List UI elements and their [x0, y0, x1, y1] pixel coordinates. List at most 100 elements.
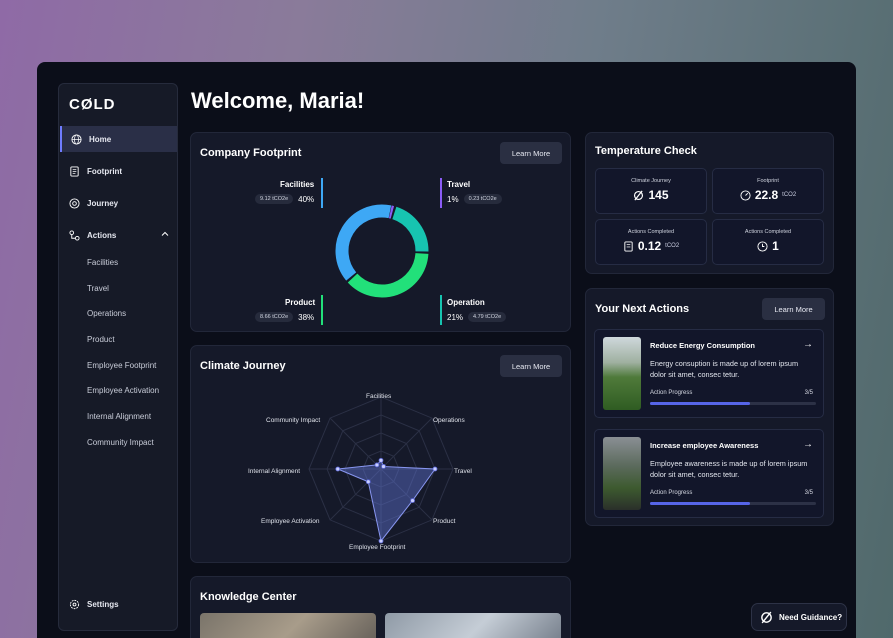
donut-slice-facilities[interactable] — [335, 204, 392, 281]
radar-point[interactable] — [374, 462, 380, 468]
progress-fill — [650, 402, 750, 405]
stat-label: Actions Completed — [744, 229, 792, 235]
segment-percent: 1% — [447, 194, 459, 204]
legend-bar — [321, 295, 323, 325]
stat-value: 22.8 — [754, 188, 779, 202]
radar-point[interactable] — [410, 498, 415, 503]
radar-point[interactable] — [378, 538, 384, 544]
legend-bar — [440, 295, 442, 325]
donut-slice-operation[interactable] — [392, 206, 429, 252]
radar-point[interactable] — [335, 466, 341, 472]
segment-label: Operation — [447, 298, 485, 307]
segment-label: Travel — [447, 180, 471, 189]
gauge-icon — [740, 189, 751, 201]
sidebar-subitem-employee-footprint[interactable]: Employee Footprint — [87, 361, 156, 370]
legend-bar — [321, 178, 323, 208]
stat-value: 1 — [772, 239, 779, 253]
sidebar-subitem-travel[interactable]: Travel — [87, 284, 109, 293]
next-actions-card: Your Next Actions Learn More Reduce Ener… — [585, 288, 834, 526]
sidebar-subitem-operations[interactable]: Operations — [87, 309, 126, 318]
action-description: Energy consuption is made up of lorem ip… — [650, 359, 799, 379]
sidebar-item-footprint[interactable]: Footprint — [60, 158, 177, 184]
plant-image — [603, 437, 641, 510]
sidebar-subitem-community-impact[interactable]: Community Impact — [87, 438, 154, 447]
stat-value: 0.12 — [637, 239, 662, 253]
temperature-check-card: Temperature Check Climate Journey 145 Fo… — [585, 132, 834, 274]
company-footprint-card: Company Footprint Learn More Facilities … — [190, 132, 571, 332]
stat-label: Actions Completed — [627, 229, 675, 235]
chevron-up-icon[interactable] — [161, 230, 169, 238]
segment-values: 8.66 tCO2e 38% — [255, 312, 314, 322]
arrow-right-icon[interactable]: → — [803, 339, 813, 350]
cold-logo-icon — [634, 190, 644, 200]
segment-values: 9.12 tCO2e 40% — [255, 194, 314, 204]
learn-more-button[interactable]: Learn More — [762, 298, 825, 320]
segment-percent: 21% — [447, 312, 464, 322]
stat-unit: tCO2 — [665, 243, 680, 249]
segment-value-pill: 0.23 tCO2e — [463, 194, 502, 204]
progress-label: Action Progress — [650, 390, 693, 396]
stat-footprint: Footprint 22.8 tCO2 — [712, 168, 824, 214]
segment-values: 1% 0.23 tCO2e — [447, 194, 502, 204]
segment-value-pill: 4.79 tCO2e — [468, 312, 507, 322]
donut-slice-product[interactable] — [347, 252, 429, 298]
climate-journey-radar-chart — [308, 396, 454, 544]
sidebar-subitem-facilities[interactable]: Facilities — [87, 258, 118, 267]
stat-actions-completed: Actions Completed 0.12 tCO2 — [595, 219, 707, 265]
sidebar-subitem-product[interactable]: Product — [87, 335, 115, 344]
stat-value: 145 — [648, 188, 669, 202]
radar-axis-label: Employee Footprint — [349, 544, 406, 551]
card-title: Your Next Actions — [595, 303, 690, 315]
sidebar-subitem-employee-activation[interactable]: Employee Activation — [87, 386, 159, 395]
action-title: Reduce Energy Consumption — [650, 341, 756, 350]
sidebar-item-settings[interactable]: Settings — [60, 591, 177, 617]
progress-value: 3/5 — [804, 490, 813, 496]
knowledge-thumbnail[interactable] — [200, 613, 376, 638]
segment-value-pill: 8.66 tCO2e — [255, 312, 294, 322]
segment-label: Product — [285, 298, 316, 307]
radar-point[interactable] — [365, 479, 371, 485]
need-guidance-button[interactable]: Need Guidance? — [751, 603, 847, 631]
cold-logo-icon — [761, 611, 772, 623]
stat-label: Climate Journey — [631, 178, 671, 184]
stat-climate-journey: Climate Journey 145 — [595, 168, 707, 214]
segment-percent: 40% — [298, 194, 315, 204]
globe-icon — [71, 133, 82, 145]
actions-icon — [69, 229, 80, 241]
action-description: Employee awareness is made up of lorem i… — [650, 459, 808, 479]
radar-point[interactable] — [378, 457, 384, 463]
sidebar-item-label: Actions — [87, 230, 117, 240]
radar-point[interactable] — [381, 464, 386, 469]
radar-axis-label: Operations — [433, 417, 465, 424]
knowledge-thumbnail[interactable] — [385, 613, 561, 638]
guidance-label: Need Guidance? — [779, 612, 843, 622]
footprint-donut-chart — [335, 204, 429, 298]
radar-axis-label: Employee Activation — [261, 518, 320, 525]
progress-value: 3/5 — [804, 390, 813, 396]
sidebar-item-journey[interactable]: Journey — [60, 190, 177, 216]
sidebar: CØLD Home Footprint Journey Actions Faci… — [58, 83, 178, 631]
clock-icon — [757, 240, 768, 252]
legend-bar — [440, 178, 442, 208]
action-item[interactable]: Reduce Energy Consumption → Energy consu… — [594, 329, 824, 418]
progress-label: Action Progress — [650, 490, 693, 496]
sidebar-item-home[interactable]: Home — [60, 126, 177, 152]
progress-bar — [650, 402, 816, 405]
sidebar-item-label: Home — [89, 134, 112, 144]
arrow-right-icon[interactable]: → — [803, 439, 813, 450]
learn-more-button[interactable]: Learn More — [500, 142, 562, 164]
sidebar-item-actions[interactable]: Actions — [60, 222, 177, 248]
segment-label: Facilities — [280, 180, 315, 189]
journey-icon — [69, 197, 80, 209]
action-item[interactable]: Increase employee Awareness → Employee a… — [594, 429, 824, 518]
radar-axis-label: Community Impact — [266, 417, 321, 424]
climate-journey-card: Climate Journey Learn More Facilities Op… — [190, 345, 571, 563]
sidebar-item-label: Journey — [87, 198, 119, 208]
radar-point[interactable] — [432, 466, 438, 472]
progress-bar — [650, 502, 816, 505]
page-title: Welcome, Maria! — [191, 88, 365, 113]
sidebar-subitem-internal-alignment[interactable]: Internal Alignment — [87, 412, 151, 421]
document-icon — [624, 240, 633, 252]
sidebar-item-label: Settings — [87, 599, 119, 609]
gear-icon — [69, 599, 80, 610]
